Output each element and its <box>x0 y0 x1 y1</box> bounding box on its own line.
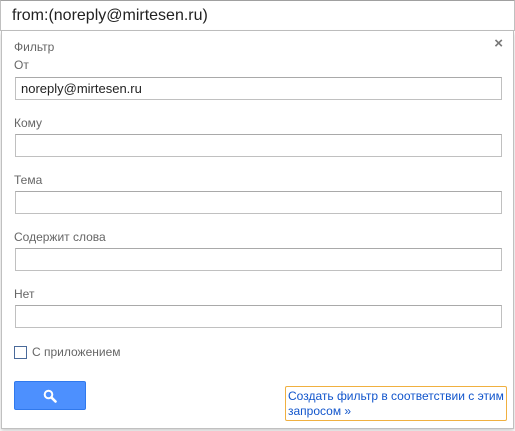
has-attachment-row[interactable]: С приложением <box>14 345 121 359</box>
subject-input[interactable] <box>15 191 502 214</box>
close-icon[interactable]: × <box>494 36 503 51</box>
doesnt-have-label: Нет <box>14 287 35 301</box>
to-input[interactable] <box>15 134 502 157</box>
search-query-text[interactable]: from:(noreply@mirtesen.ru) <box>12 7 208 25</box>
from-label: От <box>14 58 29 72</box>
search-bar[interactable]: from:(noreply@mirtesen.ru) <box>0 0 515 31</box>
has-attachment-label: С приложением <box>32 345 121 359</box>
search-button[interactable] <box>14 381 86 410</box>
panel-title: Фильтр <box>14 40 55 54</box>
from-input[interactable]: noreply@mirtesen.ru <box>15 77 502 100</box>
search-icon <box>43 389 57 403</box>
has-attachment-checkbox[interactable] <box>14 345 27 359</box>
doesnt-have-input[interactable] <box>15 305 502 328</box>
has-words-label: Содержит слова <box>14 230 106 244</box>
subject-label: Тема <box>14 173 43 187</box>
to-label: Кому <box>14 116 43 130</box>
filter-panel: Фильтр × От noreply@mirtesen.ru Кому Тем… <box>1 31 514 429</box>
create-filter-link[interactable]: Создать фильтр в соответствии с этим зап… <box>285 386 507 421</box>
has-words-input[interactable] <box>15 248 502 271</box>
